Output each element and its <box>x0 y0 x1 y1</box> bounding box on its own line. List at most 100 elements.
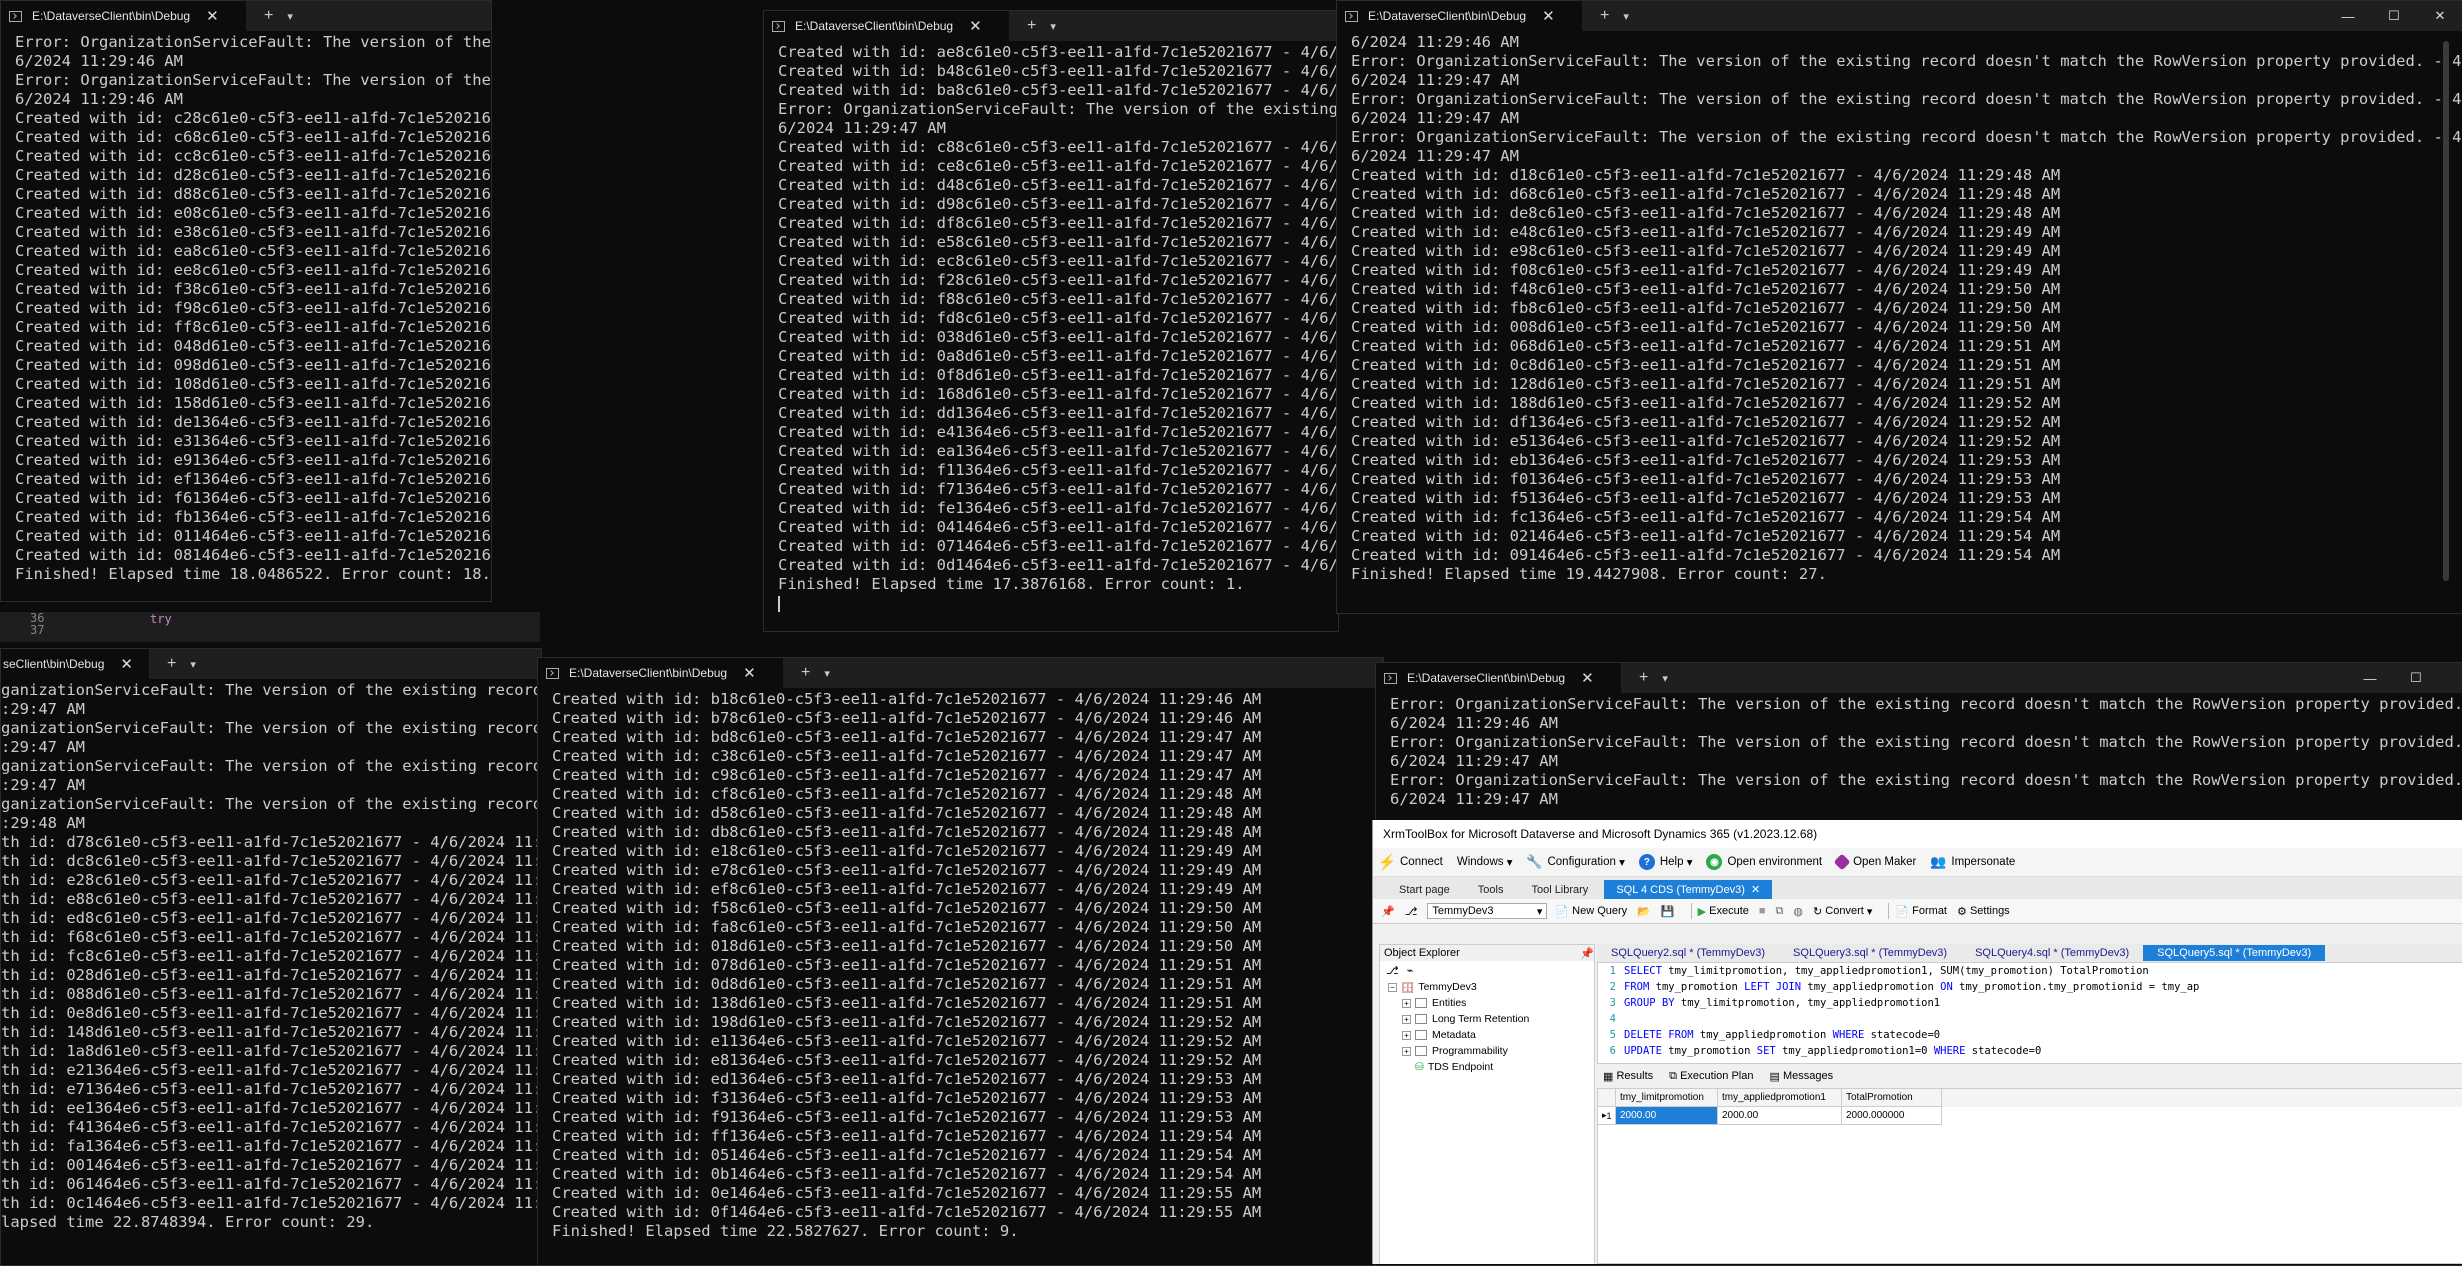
close-tab-icon[interactable]: ✕ <box>120 655 133 673</box>
plan-icon[interactable]: ⧉ <box>1776 905 1784 918</box>
open-icon[interactable]: 📂 <box>1637 905 1651 918</box>
column-header[interactable]: tmy_appliedpromotion1 <box>1718 1089 1842 1107</box>
connect-icon[interactable]: ⎇ <box>1386 964 1399 977</box>
close-window-icon[interactable]: ✕ <box>2417 1 2462 31</box>
terminal-output: Error: OrganizationServiceFault: The ver… <box>1 31 491 601</box>
terminal-line: Created with id: cc8c61e0-c5f3-ee11-a1fd… <box>15 147 491 165</box>
tab-messages[interactable]: ▤ Messages <box>1769 1070 1833 1083</box>
fetchxml-icon[interactable]: ◍ <box>1793 905 1803 918</box>
terminal-tab[interactable]: E:\DataverseClient\bin\Debug ✕ <box>1376 663 1621 693</box>
open-maker-button[interactable]: Open Maker <box>1833 853 1916 871</box>
settings-button[interactable]: ⚙ Settings <box>1957 905 2010 918</box>
pin-icon[interactable]: 📌 <box>1580 947 1594 960</box>
dropdown-icon[interactable]: ▾ <box>1662 672 1668 685</box>
terminal-tab[interactable]: E:\DataverseClient\bin\Debug ✕ <box>538 658 783 688</box>
format-button[interactable]: 📄 Format <box>1895 905 1947 918</box>
save-icon[interactable]: 💾 <box>1661 905 1675 918</box>
dropdown-icon[interactable]: ▾ <box>1050 20 1056 33</box>
new-tab-button[interactable]: + <box>167 655 176 673</box>
maximize-icon[interactable]: ☐ <box>2393 663 2439 693</box>
tree-item-long-term-retention[interactable]: + Long Term Retention <box>1388 1011 1594 1027</box>
new-tab-button[interactable]: + <box>801 664 810 682</box>
minimize-icon[interactable]: — <box>2325 1 2371 31</box>
tree-item-entities[interactable]: + Entities <box>1388 995 1594 1011</box>
close-tab-icon[interactable]: ✕ <box>969 17 982 35</box>
tree-item-tds-endpoint[interactable]: ⛁ TDS Endpoint <box>1388 1059 1594 1075</box>
execute-button[interactable]: ▶ Execute <box>1698 905 1749 918</box>
terminal-line: Created with id: 138d61e0-c5f3-ee11-a1fd… <box>552 994 1262 1012</box>
terminal-line: th id: ed8c61e0-c5f3-ee11-a1fd-7c1e52021… <box>1 909 541 927</box>
scrollbar[interactable] <box>2443 41 2449 581</box>
terminal-window-c: E:\DataverseClient\bin\Debug ✕ + ▾ — ☐ ✕… <box>1336 0 2462 614</box>
close-tab-icon[interactable]: ✕ <box>1581 669 1594 687</box>
dropdown-icon[interactable]: ▾ <box>190 658 196 671</box>
new-tab-button[interactable]: + <box>1600 7 1609 25</box>
new-tab-button[interactable]: + <box>1027 17 1036 35</box>
terminal-line: Created with id: e11364e6-c5f3-ee11-a1fd… <box>552 1032 1262 1050</box>
column-header[interactable]: tmy_limitpromotion <box>1616 1089 1718 1107</box>
terminal-line: Created with id: d48c61e0-c5f3-ee11-a1fd… <box>778 176 1338 194</box>
terminal-tab[interactable]: E:\DataverseClient\bin\Debug ✕ <box>1337 1 1582 31</box>
connection-select[interactable]: TemmyDev3 ▾ <box>1427 903 1548 919</box>
column-header[interactable]: TotalPromotion <box>1842 1089 1942 1107</box>
tab-execution-plan[interactable]: ⧉ Execution Plan <box>1669 1070 1753 1083</box>
terminal-tab[interactable]: E:\DataverseClient\bin\Debug ✕ <box>1 1 246 31</box>
grid-cell[interactable]: 2000.000000 <box>1842 1107 1942 1125</box>
dropdown-icon[interactable]: ▾ <box>824 667 830 680</box>
tab-start-page[interactable]: Start page <box>1387 881 1462 899</box>
help-menu[interactable]: ? Help ▾ <box>1638 854 1692 870</box>
configuration-menu[interactable]: 🔧 Configuration ▾ <box>1526 854 1624 870</box>
connect-menu[interactable]: ⚡ Connect <box>1378 854 1443 871</box>
table-row[interactable]: ▸ 1 2000.00 2000.00 2000.000000 <box>1598 1107 2462 1125</box>
terminal-line: 6/2024 11:29:46 AM <box>1351 33 1519 51</box>
terminal-line: Created with id: e08c61e0-c5f3-ee11-a1fd… <box>15 204 491 222</box>
line-numbers: 36 37 <box>30 611 45 637</box>
tab-sqlquery3[interactable]: SQLQuery3.sql * (TemmyDev3) <box>1779 945 1961 961</box>
tree-root[interactable]: − 🗄 TemmyDev3 <box>1388 979 1594 995</box>
grid-cell-selected[interactable]: 2000.00 <box>1616 1107 1718 1125</box>
close-tab-icon[interactable]: ✕ <box>206 7 219 25</box>
dropdown-icon[interactable]: ▾ <box>287 10 293 23</box>
terminal-tab[interactable]: E:\DataverseClient\bin\Debug ✕ <box>764 11 1009 41</box>
terminal-line: th id: 088d61e0-c5f3-ee11-a1fd-7c1e52021… <box>1 985 541 1003</box>
terminal-line: Created with id: de8c61e0-c5f3-ee11-a1fd… <box>1351 204 2061 222</box>
tab-tools[interactable]: Tools <box>1466 881 1516 899</box>
terminal-line: th id: f68c61e0-c5f3-ee11-a1fd-7c1e52021… <box>1 928 541 946</box>
tab-results[interactable]: ▦ Results <box>1603 1070 1653 1083</box>
grid-cell[interactable]: 2000.00 <box>1718 1107 1842 1125</box>
open-environment-button[interactable]: ◉ Open environment <box>1706 854 1822 870</box>
close-tab-icon[interactable]: ✕ <box>743 664 756 682</box>
tab-sqlquery5[interactable]: SQLQuery5.sql * (TemmyDev3) <box>2143 945 2326 961</box>
connect-icon[interactable]: ⎇ <box>1405 905 1418 918</box>
terminal-line: Created with id: 0a8d61e0-c5f3-ee11-a1fd… <box>778 347 1338 365</box>
tab-tool-library[interactable]: Tool Library <box>1519 881 1600 899</box>
minimize-icon[interactable]: — <box>2347 663 2393 693</box>
new-tab-button[interactable]: + <box>1639 669 1648 687</box>
pin-icon[interactable]: 📌 <box>1381 905 1395 918</box>
close-tab-icon[interactable]: ✕ <box>1542 7 1555 25</box>
sql-code-editor[interactable]: 1 SELECT tmy_limitpromotion, tmy_appliedp… <box>1597 962 2462 1064</box>
new-query-button[interactable]: 📄 New Query <box>1555 905 1627 918</box>
convert-button[interactable]: ↻ Convert ▾ <box>1813 905 1872 918</box>
terminal-line: th id: ee1364e6-c5f3-ee11-a1fd-7c1e52021… <box>1 1099 541 1117</box>
terminal-window-b: E:\DataverseClient\bin\Debug ✕ + ▾ Creat… <box>763 10 1339 632</box>
close-tab-icon[interactable]: ✕ <box>1751 884 1760 896</box>
maximize-icon[interactable]: ☐ <box>2371 1 2417 31</box>
terminal-tab[interactable]: seClient\bin\Debug ✕ <box>1 649 149 679</box>
windows-menu[interactable]: Windows ▾ <box>1457 855 1513 869</box>
new-tab-button[interactable]: + <box>264 7 273 25</box>
dropdown-icon[interactable]: ▾ <box>1623 10 1629 23</box>
tab-sqlquery4[interactable]: SQLQuery4.sql * (TemmyDev3) <box>1961 945 2143 961</box>
row-number: ▸ 1 <box>1598 1107 1616 1125</box>
impersonate-button[interactable]: 👥 Impersonate <box>1930 854 2015 870</box>
terminal-window-d: seClient\bin\Debug ✕ + ▾ ganizationServi… <box>0 648 542 1266</box>
disconnect-icon[interactable]: ⌁ <box>1407 964 1414 977</box>
tree-item-metadata[interactable]: + Metadata <box>1388 1027 1594 1043</box>
tab-sqlquery2[interactable]: SQLQuery2.sql * (TemmyDev3) <box>1597 945 1779 961</box>
tab-sql4cds[interactable]: SQL 4 CDS (TemmyDev3) ✕ <box>1604 880 1773 899</box>
terminal-line: Created with id: e31364e6-c5f3-ee11-a1fd… <box>15 432 491 450</box>
terminal-line: Created with id: f88c61e0-c5f3-ee11-a1fd… <box>778 290 1338 308</box>
tree-item-programmability[interactable]: + Programmability <box>1388 1043 1594 1059</box>
terminal-line: :29:47 AM <box>1 738 85 756</box>
stop-icon[interactable]: ■ <box>1759 905 1766 917</box>
